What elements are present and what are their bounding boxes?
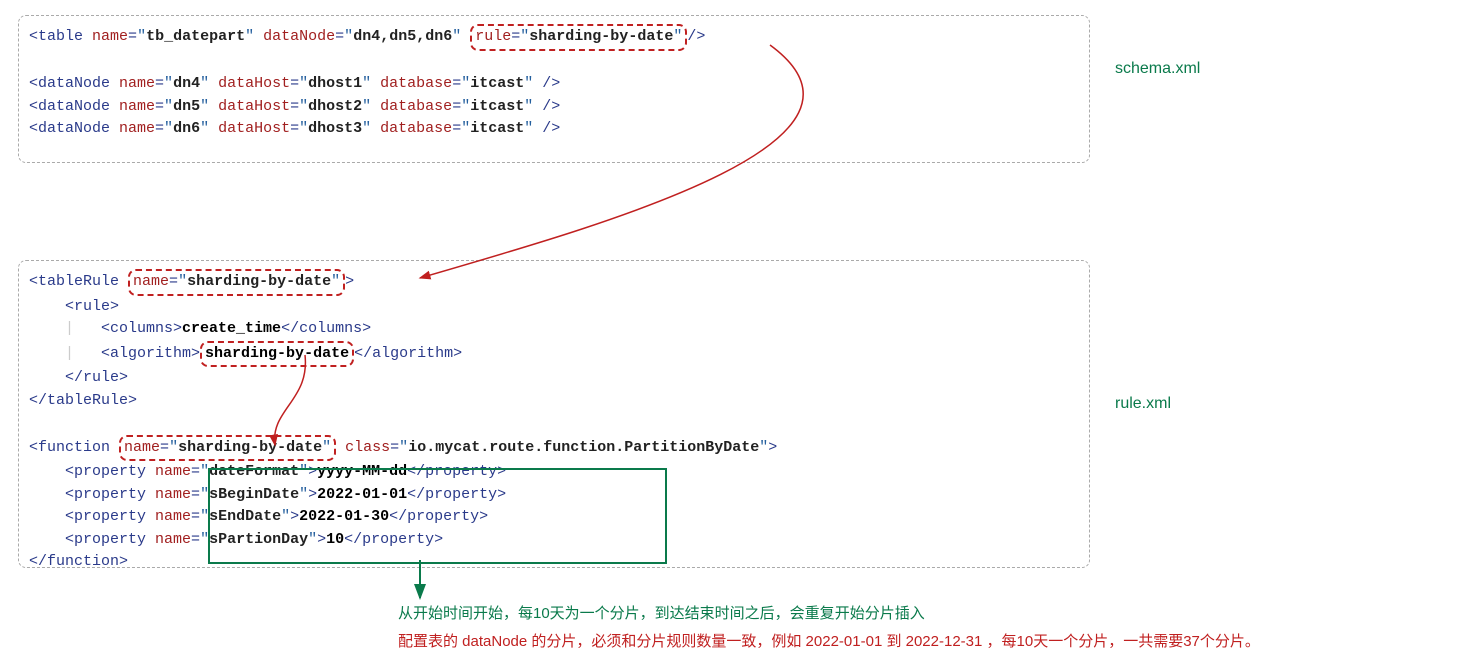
tablerule-name-highlight: name="sharding-by-date": [128, 269, 345, 296]
note-green-text: 从开始时间开始，每10天为一个分片，到达结束时间之后，会重复开始分片插入: [398, 602, 925, 623]
rule-highlight: rule="sharding-by-date": [470, 24, 687, 51]
function-name-highlight: name="sharding-by-date": [119, 435, 336, 462]
rule-file-label: rule.xml: [1115, 395, 1171, 413]
schema-xml-block: <table name="tb_datepart" dataNode="dn4,…: [18, 15, 1090, 163]
code-line: <dataNode name="dn5" dataHost="dhost2" d…: [29, 96, 1079, 119]
code-line: <table name="tb_datepart" dataNode="dn4,…: [29, 24, 1079, 51]
code-line: <function name="sharding-by-date" class=…: [29, 435, 1079, 462]
code-line: <tableRule name="sharding-by-date">: [29, 269, 1079, 296]
code-line: <dataNode name="dn6" dataHost="dhost3" d…: [29, 118, 1079, 141]
rule-xml-block: <tableRule name="sharding-by-date"> <rul…: [18, 260, 1090, 568]
note-red-text: 配置表的 dataNode 的分片，必须和分片规则数量一致，例如 2022-01…: [398, 630, 1260, 651]
schema-file-label: schema.xml: [1115, 60, 1200, 78]
algorithm-highlight: sharding-by-date: [200, 341, 354, 368]
code-line: <dataNode name="dn4" dataHost="dhost1" d…: [29, 73, 1079, 96]
